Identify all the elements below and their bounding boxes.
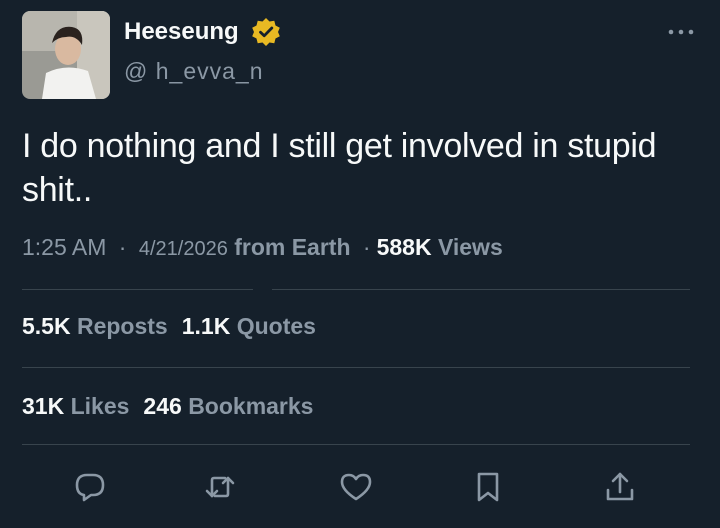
views-label[interactable]: Views xyxy=(438,234,503,260)
quotes-label[interactable]: Quotes xyxy=(237,313,316,339)
divider xyxy=(22,444,690,445)
share-button[interactable] xyxy=(598,465,642,509)
tweet-text: I do nothing and I still get involved in… xyxy=(22,127,657,209)
divider xyxy=(272,289,690,290)
display-name[interactable]: Heeseung xyxy=(124,18,239,46)
avatar[interactable] xyxy=(22,11,110,99)
user-handle[interactable]: @ h_evva_n xyxy=(124,58,264,85)
reposts-label[interactable]: Reposts xyxy=(77,313,168,339)
divider xyxy=(22,367,690,368)
more-options-button[interactable] xyxy=(666,22,696,42)
reply-icon xyxy=(75,473,105,502)
repost-button[interactable] xyxy=(198,465,242,509)
views-count[interactable]: 588K xyxy=(377,234,432,260)
reposts-count[interactable]: 5.5K xyxy=(22,313,71,339)
likes-count[interactable]: 31K xyxy=(22,393,64,419)
more-dots-icon xyxy=(668,29,694,35)
meta-separator-2: · xyxy=(362,234,371,260)
like-button[interactable] xyxy=(334,465,378,509)
bookmarks-count[interactable]: 246 xyxy=(143,393,181,419)
divider xyxy=(22,289,253,290)
quotes-count[interactable]: 1.1K xyxy=(182,313,231,339)
bookmarks-label[interactable]: Bookmarks xyxy=(188,393,313,419)
tweet-time[interactable]: 1:25 AM xyxy=(22,234,106,260)
bookmark-icon xyxy=(477,472,499,502)
share-icon xyxy=(606,472,634,501)
repost-icon xyxy=(205,476,235,498)
stats-row-reposts-quotes: 5.5K Reposts 1.1K Quotes xyxy=(22,313,330,340)
action-bar xyxy=(0,465,720,509)
reply-button[interactable] xyxy=(68,465,112,509)
avatar-image xyxy=(22,11,110,99)
display-name-row[interactable]: Heeseung xyxy=(124,17,281,47)
heart-icon xyxy=(340,473,372,501)
meta-separator: · xyxy=(118,234,127,260)
stats-row-likes-bookmarks: 31K Likes 246 Bookmarks xyxy=(22,393,327,420)
tweet-location: from Earth xyxy=(234,234,351,260)
bookmark-button[interactable] xyxy=(466,465,510,509)
tweet-meta: 1:25 AM · 4/21/2026 from Earth · 588K Vie… xyxy=(22,234,503,261)
likes-label[interactable]: Likes xyxy=(71,393,130,419)
verified-badge-icon xyxy=(251,17,281,47)
tweet-date[interactable]: 4/21/2026 xyxy=(139,238,228,260)
